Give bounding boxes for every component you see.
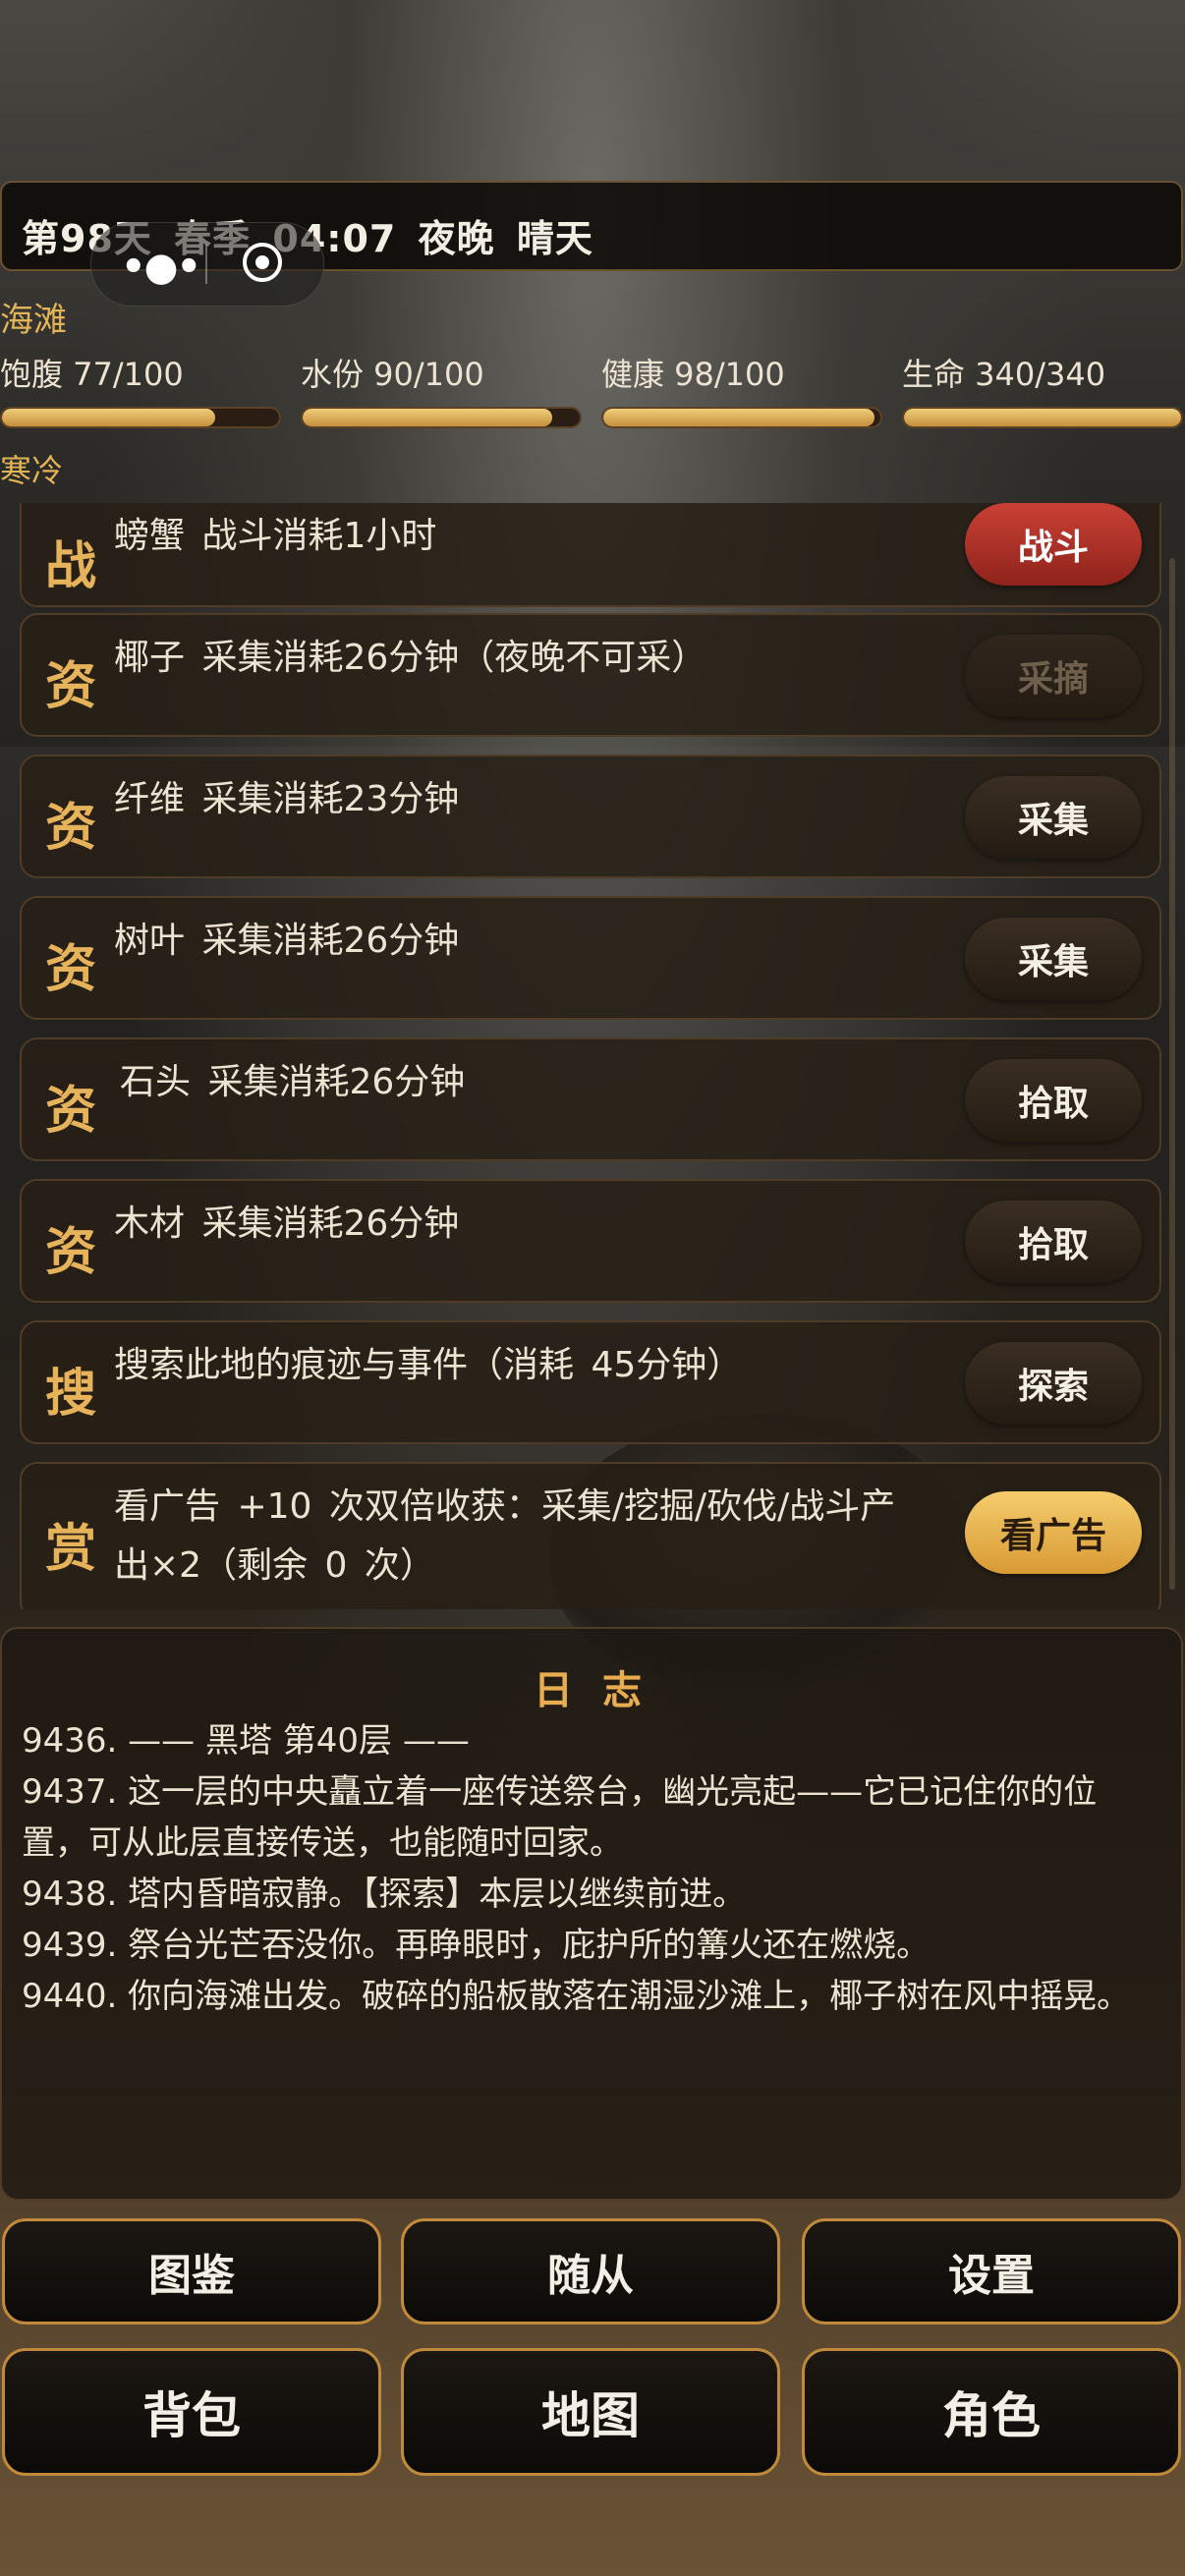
backpack-button[interactable]: 背包: [2, 2348, 381, 2476]
capsule-divider: [205, 245, 207, 284]
miniprogram-capsule: •●•: [90, 222, 324, 307]
action-card-wood: 资 木材 采集消耗26分钟 拾取: [20, 1179, 1161, 1303]
stat-bar: [301, 407, 582, 428]
close-icon[interactable]: [243, 243, 282, 282]
stat-label: 生命 340/340: [902, 356, 1106, 393]
action-text: 搜索此地的痕迹与事件（消耗 45分钟）: [114, 1345, 743, 1385]
resource-icon: 资: [45, 940, 97, 999]
more-icon[interactable]: •●•: [121, 245, 201, 290]
location-label: 海滩: [0, 301, 67, 340]
action-card-search: 搜 搜索此地的痕迹与事件（消耗 45分钟） 探索: [20, 1320, 1161, 1444]
map-button[interactable]: 地图: [401, 2348, 780, 2476]
log-panel: 日 志 9436. —— 黑塔 第40层 —— 9437. 这一层的中央矗立着一…: [0, 1627, 1183, 2201]
log-title: 日 志: [534, 1668, 649, 1713]
action-text: 纤维 采集消耗23分钟: [114, 779, 460, 819]
stat-satiety: 饱腹 77/100: [0, 350, 281, 428]
action-card-fight: 战 螃蟹 战斗消耗1小时 战斗: [20, 503, 1161, 607]
resource-icon: 资: [45, 657, 97, 716]
action-list[interactable]: 战 螃蟹 战斗消耗1小时 战斗 资 椰子 采集消耗26分钟（夜晚不可采） 采摘 …: [0, 503, 1185, 1609]
character-button[interactable]: 角色: [802, 2348, 1181, 2476]
search-icon: 搜: [45, 1365, 97, 1424]
scrollbar[interactable]: [1169, 558, 1175, 1590]
stat-health: 健康 98/100: [601, 350, 882, 428]
period-label: 夜晚: [418, 217, 495, 260]
action-card-stone: 资 石头 采集消耗26分钟 拾取: [20, 1037, 1161, 1161]
action-card-fiber: 资 纤维 采集消耗23分钟 采集: [20, 755, 1161, 878]
explore-button[interactable]: 探索: [965, 1342, 1142, 1425]
stat-label: 饱腹 77/100: [0, 356, 184, 393]
action-card-coconut: 资 椰子 采集消耗26分钟（夜晚不可采） 采摘: [20, 613, 1161, 737]
reward-icon: 赏: [45, 1520, 97, 1579]
stat-fill: [2, 409, 216, 426]
fight-icon: 战: [45, 537, 97, 596]
stat-life: 生命 340/340: [902, 350, 1183, 428]
followers-button[interactable]: 随从: [401, 2218, 780, 2324]
pick-button[interactable]: 采摘: [965, 635, 1142, 717]
temperature-label: 寒冷: [0, 452, 64, 489]
stats-panel: 饱腹 77/100 水份 90/100 健康 98/100 生命 340/340: [0, 350, 1185, 428]
stat-fill: [603, 409, 875, 426]
codex-button[interactable]: 图鉴: [2, 2218, 381, 2324]
gather-button[interactable]: 采集: [965, 918, 1142, 1000]
action-text: 椰子 采集消耗26分钟（夜晚不可采）: [114, 638, 707, 678]
log-entry: 9438. 塔内昏暗寂静。【探索】本层以继续前进。: [22, 1875, 747, 1914]
action-text: 石头 采集消耗26分钟: [120, 1062, 466, 1102]
stat-label: 水份 90/100: [301, 356, 484, 393]
pickup-button[interactable]: 拾取: [965, 1059, 1142, 1142]
action-card-leaves: 资 树叶 采集消耗26分钟 采集: [20, 896, 1161, 1020]
stat-bar: [601, 407, 882, 428]
fight-button[interactable]: 战斗: [965, 503, 1142, 586]
log-entry: 9436. —— 黑塔 第40层 ——: [22, 1721, 470, 1761]
stat-fill: [303, 409, 552, 426]
resource-icon: 资: [45, 799, 97, 858]
pickup-button[interactable]: 拾取: [965, 1201, 1142, 1283]
stat-bar: [0, 407, 281, 428]
settings-button[interactable]: 设置: [802, 2218, 1181, 2324]
action-text: 看广告 +10 次双倍收获：采集/挖掘/砍伐/战斗产出×2（剩余 0 次）: [114, 1486, 896, 1586]
log-entry: 9439. 祭台光芒吞没你。再睁眼时，庇护所的篝火还在燃烧。: [22, 1926, 931, 1965]
weather-label: 晴天: [516, 217, 593, 260]
action-text: 木材 采集消耗26分钟: [114, 1204, 460, 1244]
resource-icon: 资: [45, 1223, 97, 1282]
stat-water: 水份 90/100: [301, 350, 582, 428]
gather-button[interactable]: 采集: [965, 776, 1142, 859]
log-entry: 9437. 这一层的中央矗立着一座传送祭台，幽光亮起——它已记住你的位置，可从此…: [22, 1772, 1098, 1863]
action-card-reward: 赏 看广告 +10 次双倍收获：采集/挖掘/砍伐/战斗产出×2（剩余 0 次） …: [20, 1462, 1161, 1609]
stat-label: 健康 98/100: [601, 356, 785, 393]
watch-ad-button[interactable]: 看广告: [965, 1491, 1142, 1574]
action-text: 树叶 采集消耗26分钟: [114, 921, 460, 961]
stat-bar: [902, 407, 1183, 428]
stat-fill: [904, 409, 1181, 426]
action-text: 螃蟹 战斗消耗1小时: [114, 516, 437, 556]
log-entries[interactable]: 9436. —— 黑塔 第40层 —— 9437. 这一层的中央矗立着一座传送祭…: [22, 1715, 1161, 2022]
log-entry: 9440. 你向海滩出发。破碎的船板散落在潮湿沙滩上，椰子树在风中摇晃。: [22, 1977, 1131, 2016]
resource-icon: 资: [45, 1082, 97, 1141]
